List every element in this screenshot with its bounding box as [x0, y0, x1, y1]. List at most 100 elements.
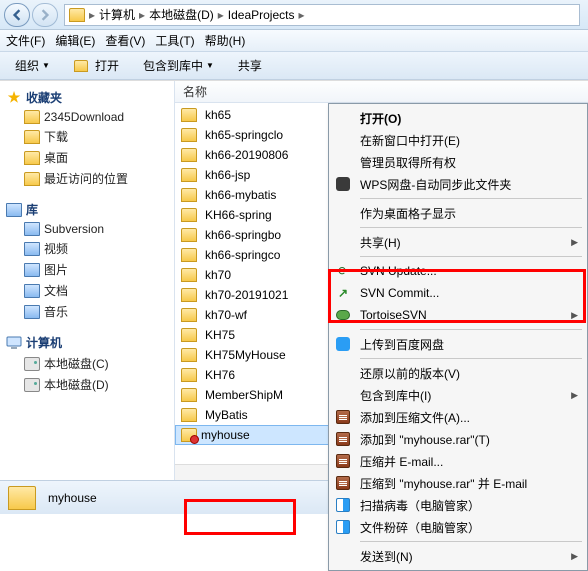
computer-group[interactable]: 计算机	[0, 332, 174, 353]
shield-icon	[336, 520, 350, 534]
back-button[interactable]	[4, 3, 30, 27]
folder-icon	[69, 8, 85, 22]
libraries-group[interactable]: 库	[0, 199, 174, 220]
crumb-folder[interactable]: IdeaProjects	[224, 8, 299, 22]
favorites-group[interactable]: ★收藏夹	[0, 87, 174, 108]
include-in-library-button[interactable]: 包含到库中▼	[134, 54, 223, 77]
folder-icon	[181, 148, 197, 162]
chevron-right-icon: ▶	[571, 390, 578, 401]
sidebar-item[interactable]: 最近访问的位置	[0, 168, 174, 189]
column-header-name[interactable]: 名称	[175, 81, 588, 103]
context-menu-item[interactable]: 管理员取得所有权	[332, 151, 584, 173]
baidu-icon	[336, 337, 350, 351]
menu-separator	[360, 198, 582, 199]
menu-help[interactable]: 帮助(H)	[205, 32, 246, 49]
sidebar-item[interactable]: Subversion	[0, 220, 174, 238]
context-menu-item[interactable]: ⟳SVN Update...	[332, 260, 584, 282]
context-menu-item[interactable]: 共享(H)▶	[332, 231, 584, 253]
folder-icon	[181, 228, 197, 242]
context-menu-item[interactable]: 打开(O)	[332, 107, 584, 129]
rar-icon	[336, 432, 350, 446]
folder-icon	[181, 108, 197, 122]
folder-icon	[24, 151, 40, 165]
folder-icon	[181, 208, 197, 222]
chevron-right-icon: ▶	[571, 237, 578, 248]
library-icon	[24, 263, 40, 277]
lock-overlay-icon	[181, 428, 197, 442]
arrow-right-icon	[39, 9, 51, 21]
folder-icon	[181, 408, 197, 422]
context-menu-item[interactable]: 在新窗口中打开(E)	[332, 129, 584, 151]
menu-separator	[360, 358, 582, 359]
chevron-right-icon: ▶	[571, 310, 578, 321]
folder-icon	[74, 60, 88, 72]
crumb-computer[interactable]: 计算机	[95, 6, 139, 23]
context-menu-item[interactable]: ↗SVN Commit...	[332, 282, 584, 304]
context-menu: 打开(O)在新窗口中打开(E)管理员取得所有权WPS网盘-自动同步此文件夹作为桌…	[328, 103, 588, 571]
sidebar-item[interactable]: 图片	[0, 259, 174, 280]
folder-icon	[181, 248, 197, 262]
context-menu-item[interactable]: 上传到百度网盘	[332, 333, 584, 355]
context-menu-item[interactable]: 还原以前的版本(V)	[332, 362, 584, 384]
context-menu-item[interactable]: 添加到 "myhouse.rar"(T)	[332, 428, 584, 450]
folder-icon	[181, 188, 197, 202]
forward-button[interactable]	[32, 3, 58, 27]
computer-icon	[6, 335, 22, 351]
rar-icon	[336, 410, 350, 424]
context-menu-item[interactable]: 作为桌面格子显示	[332, 202, 584, 224]
sidebar-item[interactable]: 本地磁盘(D)	[0, 374, 174, 395]
sidebar-item[interactable]: 本地磁盘(C)	[0, 353, 174, 374]
library-icon	[24, 242, 40, 256]
menu-edit[interactable]: 编辑(E)	[55, 32, 95, 49]
svn-commit-icon: ↗	[338, 286, 348, 300]
tortoise-icon	[336, 310, 350, 320]
sidebar-item[interactable]: 2345Download	[0, 108, 174, 126]
share-button[interactable]: 共享	[229, 54, 271, 77]
context-menu-item[interactable]: TortoiseSVN▶	[332, 304, 584, 326]
context-menu-item[interactable]: 添加到压缩文件(A)...	[332, 406, 584, 428]
svn-update-icon: ⟳	[338, 264, 348, 278]
context-menu-item[interactable]: 包含到库中(I)▶	[332, 384, 584, 406]
breadcrumb[interactable]: ▸ 计算机 ▸ 本地磁盘(D) ▸ IdeaProjects ▸	[64, 4, 580, 26]
context-menu-item[interactable]: 发送到(N)▶	[332, 545, 584, 567]
sidebar-item[interactable]: 下载	[0, 126, 174, 147]
drive-icon	[24, 357, 40, 371]
organize-button[interactable]: 组织▼	[6, 54, 59, 77]
menu-file[interactable]: 文件(F)	[6, 32, 45, 49]
library-icon	[24, 284, 40, 298]
open-button[interactable]: 打开	[65, 54, 128, 77]
toolbar: 组织▼ 打开 包含到库中▼ 共享	[0, 52, 588, 80]
context-menu-item[interactable]: 压缩并 E-mail...	[332, 450, 584, 472]
folder-icon	[181, 348, 197, 362]
sidebar-item[interactable]: 文档	[0, 280, 174, 301]
chevron-right-icon: ▶	[571, 551, 578, 562]
star-icon: ★	[6, 90, 22, 106]
menu-separator	[360, 256, 582, 257]
library-icon	[24, 222, 40, 236]
context-menu-item[interactable]: 文件粉碎（电脑管家）	[332, 516, 584, 538]
chevron-down-icon: ▼	[206, 61, 214, 70]
menu-view[interactable]: 查看(V)	[105, 32, 145, 49]
context-menu-item[interactable]: 压缩到 "myhouse.rar" 并 E-mail	[332, 472, 584, 494]
folder-icon	[8, 486, 36, 510]
folder-icon	[24, 130, 40, 144]
menu-tools[interactable]: 工具(T)	[155, 32, 194, 49]
folder-icon	[181, 288, 197, 302]
folder-icon	[181, 128, 197, 142]
sidebar-item[interactable]: 音乐	[0, 301, 174, 322]
rar-icon	[336, 454, 350, 468]
chevron-down-icon: ▼	[42, 61, 50, 70]
folder-icon	[181, 328, 197, 342]
library-icon	[24, 305, 40, 319]
context-menu-item[interactable]: WPS网盘-自动同步此文件夹	[332, 173, 584, 195]
drive-icon	[24, 378, 40, 392]
folder-icon	[181, 168, 197, 182]
menu-separator	[360, 541, 582, 542]
sidebar-item[interactable]: 视频	[0, 238, 174, 259]
sidebar: ★收藏夹 2345Download下载桌面最近访问的位置 库 Subversio…	[0, 81, 175, 480]
address-bar: ▸ 计算机 ▸ 本地磁盘(D) ▸ IdeaProjects ▸	[0, 0, 588, 30]
context-menu-item[interactable]: 扫描病毒（电脑管家）	[332, 494, 584, 516]
folder-icon	[181, 268, 197, 282]
sidebar-item[interactable]: 桌面	[0, 147, 174, 168]
crumb-drive[interactable]: 本地磁盘(D)	[145, 6, 218, 23]
